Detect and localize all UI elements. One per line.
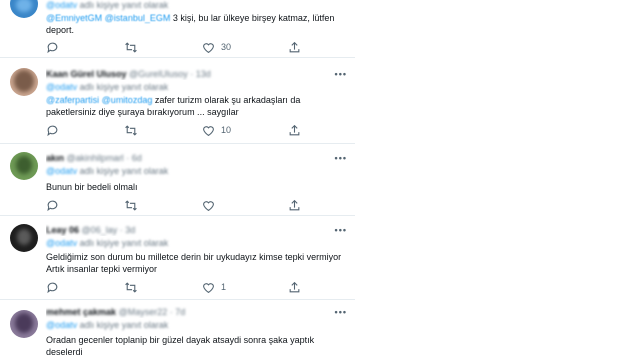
avatar[interactable] (10, 0, 38, 18)
heart-icon (203, 282, 214, 293)
display-name[interactable]: Kaan Gürel Ulusoy (46, 69, 127, 79)
reply-button[interactable] (46, 123, 59, 137)
tweet-text: @EmniyetGM @istanbul_EGM 3 kişi, bu lar … (46, 12, 347, 36)
heart-icon (203, 125, 214, 136)
tweet-3[interactable]: Leay 06 @06_lay · 3d ••• @odatv adlı kiş… (0, 216, 355, 300)
more-options-icon[interactable]: ••• (335, 224, 347, 236)
tweet-body-line: Artık insanlar tepki vermiyor (46, 264, 158, 274)
avatar[interactable] (10, 224, 38, 252)
heart-icon (203, 42, 214, 53)
tweet-0[interactable]: @odatv adlı kişiye yanıt olarak @Emniyet… (0, 0, 355, 58)
tweet-actions: 1 (46, 280, 306, 294)
retweet-button[interactable] (124, 198, 138, 212)
tweet-body: Oradan gecenler toplanip bir güzel dayak… (46, 335, 315, 357)
user-handle[interactable]: @06_lay (82, 225, 118, 235)
display-name[interactable]: akın (46, 153, 64, 163)
reply-context: @odatv adlı kişiye yanıt olarak (46, 0, 347, 11)
more-options-icon[interactable]: ••• (335, 68, 347, 80)
reply-context: @odatv adlı kişiye yanıt olarak (46, 82, 347, 93)
retweet-icon (125, 281, 137, 293)
tweet-header: akın @akinhilpmarl · 6d ••• (46, 152, 347, 164)
user-handle[interactable]: @GurelUlusoy (129, 69, 188, 79)
reply-button[interactable] (46, 198, 59, 212)
tweet-text: @zaferpartisi @umitozdag zafer turizm ol… (46, 94, 347, 118)
retweet-button[interactable] (124, 280, 138, 294)
tweet-header: mehmet çakmak @Mayser22 · 7d ••• (46, 306, 347, 318)
like-button[interactable]: 1 (202, 280, 226, 294)
timestamp[interactable]: · 7d (170, 307, 186, 317)
share-button[interactable] (288, 40, 301, 54)
tweet-text: Bunun bir bedeli olmalı (46, 181, 347, 193)
reply-context: @odatv adlı kişiye yanıt olarak (46, 166, 347, 177)
avatar[interactable] (10, 68, 38, 96)
share-icon (289, 281, 300, 292)
reply-icon (47, 282, 58, 293)
like-count: 10 (221, 125, 232, 135)
reply-context: @odatv adlı kişiye yanıt olarak (46, 238, 347, 249)
tweet-header: Kaan Gürel Ulusoy @GurelUlusoy · 13d ••• (46, 68, 347, 80)
reply-handle[interactable]: @odatv (46, 238, 77, 248)
mention-link[interactable]: @zaferpartisi (46, 95, 99, 105)
reply-prefix: adlı kişiye yanıt olarak (79, 0, 169, 10)
mention-link[interactable]: @istanbul_EGM (105, 13, 171, 23)
mention-link[interactable]: @EmniyetGM (46, 13, 102, 23)
reply-prefix: adlı kişiye yanıt olarak (79, 238, 169, 248)
like-button[interactable]: 10 (202, 123, 231, 137)
mention-link[interactable]: @umitozdag (102, 95, 153, 105)
reply-prefix: adlı kişiye yanıt olarak (79, 166, 169, 176)
timestamp[interactable]: · 3d (120, 225, 136, 235)
reply-button[interactable] (46, 40, 59, 54)
reply-context: @odatv adlı kişiye yanıt olarak (46, 320, 347, 331)
retweet-icon (125, 199, 137, 211)
tweet-text: Oradan gecenler toplanip bir güzel dayak… (46, 334, 326, 358)
reply-prefix: adlı kişiye yanıt olarak (79, 320, 169, 330)
display-name[interactable]: mehmet çakmak (46, 307, 116, 317)
tweet-2[interactable]: akın @akinhilpmarl · 6d ••• @odatv adlı … (0, 144, 355, 216)
retweet-button[interactable] (124, 123, 138, 137)
retweet-icon (125, 124, 137, 136)
reply-prefix: adlı kişiye yanıt olarak (79, 82, 169, 92)
timestamp[interactable]: · 6d (126, 153, 142, 163)
reply-icon (47, 200, 58, 211)
reply-handle[interactable]: @odatv (46, 82, 77, 92)
reply-icon (47, 125, 58, 136)
tweet-1[interactable]: Kaan Gürel Ulusoy @GurelUlusoy · 13d •••… (0, 58, 355, 144)
share-icon (289, 41, 300, 52)
tweet-body: Bunun bir bedeli olmalı (46, 182, 138, 192)
share-button[interactable] (288, 198, 301, 212)
tweet-actions: 10 (46, 123, 306, 137)
more-options-icon[interactable]: ••• (335, 306, 347, 318)
timestamp[interactable]: · 13d (190, 69, 211, 79)
heart-icon (203, 200, 214, 211)
user-handle[interactable]: @akinhilpmarl (67, 153, 124, 163)
share-button[interactable] (288, 280, 301, 294)
share-icon (289, 124, 300, 135)
reply-handle[interactable]: @odatv (46, 166, 77, 176)
like-button[interactable]: 30 (202, 40, 231, 54)
user-handle[interactable]: @Mayser22 (119, 307, 168, 317)
reply-button[interactable] (46, 280, 59, 294)
avatar[interactable] (10, 152, 38, 180)
share-button[interactable] (288, 123, 301, 137)
reply-handle[interactable]: @odatv (46, 320, 77, 330)
reply-handle[interactable]: @odatv (46, 0, 77, 10)
reply-icon (47, 42, 58, 53)
display-name[interactable]: Leay 06 (46, 225, 79, 235)
tweet-text: Geldiğimiz son durum bu milletce derin b… (46, 251, 347, 275)
like-count: 30 (221, 42, 232, 52)
tweet-actions (46, 198, 306, 212)
tweet-actions: 30 (46, 40, 306, 54)
retweet-icon (125, 41, 137, 53)
tweet-4[interactable]: mehmet çakmak @Mayser22 · 7d ••• @odatv … (0, 300, 355, 360)
tweet-header: Leay 06 @06_lay · 3d ••• (46, 224, 347, 236)
retweet-button[interactable] (124, 40, 138, 54)
tweet-body-line: Geldiğimiz son durum bu milletce derin b… (46, 252, 342, 262)
like-count: 1 (221, 282, 227, 292)
like-button[interactable] (202, 198, 221, 212)
avatar[interactable] (10, 310, 38, 338)
more-options-icon[interactable]: ••• (335, 152, 347, 164)
share-icon (289, 199, 300, 210)
reply-feed: @odatv adlı kişiye yanıt olarak @Emniyet… (0, 0, 640, 360)
